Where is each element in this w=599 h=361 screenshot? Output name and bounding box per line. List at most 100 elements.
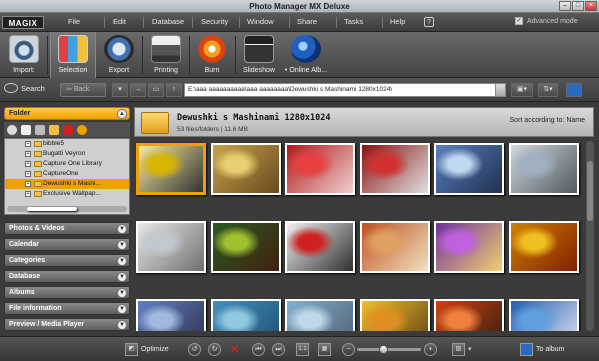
thumbnail[interactable] — [210, 221, 281, 273]
tree-horizontal-scrollbar[interactable] — [7, 206, 127, 212]
thumbnail[interactable] — [210, 143, 281, 195]
path-input[interactable]: E:\ааа аааааааааа\ааа аааааааа\Dewushki … — [184, 83, 506, 97]
thumbnail[interactable] — [136, 299, 206, 331]
thumbnail[interactable] — [285, 299, 355, 331]
chevron-down-icon[interactable] — [495, 84, 505, 96]
rotate-left-icon[interactable]: ↺ — [188, 342, 201, 356]
fit-icon[interactable]: ▦ — [318, 342, 331, 356]
chevron-down-icon[interactable]: ▼ — [117, 256, 127, 266]
star-icon[interactable] — [77, 124, 87, 135]
menu-security[interactable]: Security — [201, 17, 228, 26]
minimize-button[interactable]: – — [559, 1, 571, 11]
close-button[interactable]: × — [585, 1, 597, 11]
tree-item[interactable]: + Bugatti Veyron — [5, 149, 129, 159]
tree-item-selected[interactable]: + Dewushki s Mashi... — [5, 179, 129, 189]
advanced-mode-toggle[interactable]: ✓ Advanced mode — [515, 17, 578, 25]
sort-label[interactable]: Sort according to: Name — [510, 117, 585, 124]
folder-panel-header[interactable]: Folder ▲ — [4, 107, 130, 120]
zoom-slider-knob[interactable] — [379, 345, 388, 354]
zoom-slider[interactable] — [357, 345, 421, 354]
expand-icon[interactable]: + — [25, 191, 31, 197]
first-icon[interactable]: ⏮ — [252, 342, 265, 356]
thumbnail[interactable] — [359, 299, 430, 331]
optimize-button[interactable]: ◩ Optimize — [125, 342, 169, 356]
slideshow-button[interactable]: Slideshow — [238, 32, 280, 78]
sort-icon[interactable]: ⇅▾ — [538, 83, 558, 97]
section-albums[interactable]: Albums ▼ — [4, 286, 130, 299]
menu-help[interactable]: Help — [390, 17, 405, 26]
gear-icon[interactable] — [7, 124, 17, 135]
scrollbar-thumb[interactable] — [27, 207, 77, 211]
section-database[interactable]: Database ▼ — [4, 270, 130, 283]
chevron-down-icon[interactable]: ▼ — [117, 272, 127, 282]
up-folder-icon[interactable]: ↑ — [166, 83, 182, 97]
tree-item[interactable]: + bibble5 — [5, 139, 129, 149]
edit-icon[interactable] — [35, 124, 45, 135]
chevron-down-icon[interactable]: ▼ — [117, 288, 127, 298]
thumbnail[interactable] — [210, 299, 281, 331]
view-mode-icon[interactable]: ▣▾ — [511, 83, 533, 97]
menu-share[interactable]: Share — [297, 17, 317, 26]
thumbnail[interactable] — [508, 299, 579, 331]
menu-tasks[interactable]: Tasks — [344, 17, 363, 26]
zoom-in-icon[interactable]: + — [424, 342, 437, 356]
maximize-button[interactable]: □ — [572, 1, 584, 11]
new-file-icon[interactable] — [21, 124, 31, 135]
computer-icon[interactable]: ▭ — [148, 83, 164, 97]
import-button[interactable]: Import: — [4, 32, 44, 78]
forward-button[interactable]: ▾ — [112, 83, 128, 97]
thumbnail[interactable] — [434, 221, 504, 273]
section-categories[interactable]: Categories ▼ — [4, 254, 130, 267]
chevron-down-icon[interactable]: ▼ — [117, 224, 127, 234]
online-album-button[interactable]: • Online Alb... — [282, 32, 330, 78]
book-icon[interactable] — [566, 83, 582, 97]
search-button[interactable]: Search — [4, 83, 45, 93]
printing-button[interactable]: Printing — [146, 32, 186, 78]
forward-icon[interactable]: → — [130, 83, 146, 97]
thumbnail[interactable] — [508, 143, 579, 195]
thumbnail[interactable] — [359, 143, 430, 195]
menu-file[interactable]: File — [68, 17, 80, 26]
tree-item[interactable]: + Capture One Library — [5, 159, 129, 169]
chevron-up-icon[interactable]: ▲ — [117, 109, 127, 119]
menu-database[interactable]: Database — [152, 17, 184, 26]
thumbnail[interactable] — [285, 143, 355, 195]
section-calendar[interactable]: Calendar ▼ — [4, 238, 130, 251]
expand-icon[interactable]: + — [25, 161, 31, 167]
folder-icon[interactable] — [49, 124, 59, 135]
thumbnail[interactable] — [434, 299, 504, 331]
chevron-down-icon[interactable]: ▼ — [117, 240, 127, 250]
one-to-one-icon[interactable]: 1:1 — [296, 342, 309, 356]
back-button[interactable]: ⇦ Back — [60, 83, 106, 97]
delete-icon[interactable]: ✕ — [230, 343, 239, 356]
last-icon[interactable]: ⏭ — [272, 342, 285, 356]
thumbnail-selected[interactable] — [136, 143, 206, 195]
zoom-out-icon[interactable]: − — [342, 342, 355, 356]
expand-icon[interactable]: + — [25, 141, 31, 147]
chevron-down-icon[interactable]: ▾ — [468, 345, 472, 353]
delete-icon[interactable] — [63, 124, 73, 135]
expand-icon[interactable]: + — [25, 181, 31, 187]
thumbnail[interactable] — [136, 221, 206, 273]
menu-window[interactable]: Window — [247, 17, 274, 26]
thumbnail[interactable] — [359, 221, 430, 273]
to-album-button[interactable]: To album — [520, 342, 564, 356]
scrollbar-thumb[interactable] — [587, 161, 593, 221]
vertical-scrollbar[interactable] — [586, 141, 594, 331]
view-options-icon[interactable]: ▨ — [452, 342, 465, 356]
section-photos-videos[interactable]: Photos & Videos ▼ — [4, 222, 130, 235]
thumbnail[interactable] — [285, 221, 355, 273]
export-button[interactable]: Export — [99, 32, 139, 78]
thumbnail[interactable] — [434, 143, 504, 195]
tree-item[interactable]: + CaptureOne — [5, 169, 129, 179]
section-preview-media-player[interactable]: Preview / Media Player ▼ — [4, 318, 130, 331]
menu-edit[interactable]: Edit — [113, 17, 126, 26]
chevron-down-icon[interactable]: ▼ — [117, 320, 127, 330]
chevron-down-icon[interactable]: ▼ — [117, 304, 127, 314]
section-file-information[interactable]: File information ▼ — [4, 302, 130, 315]
expand-icon[interactable]: + — [25, 151, 31, 157]
thumbnail[interactable] — [508, 221, 579, 273]
tree-item[interactable]: + Exclusive Wallpap... — [5, 189, 129, 199]
expand-icon[interactable]: + — [25, 171, 31, 177]
burn-button[interactable]: Burn — [192, 32, 232, 78]
